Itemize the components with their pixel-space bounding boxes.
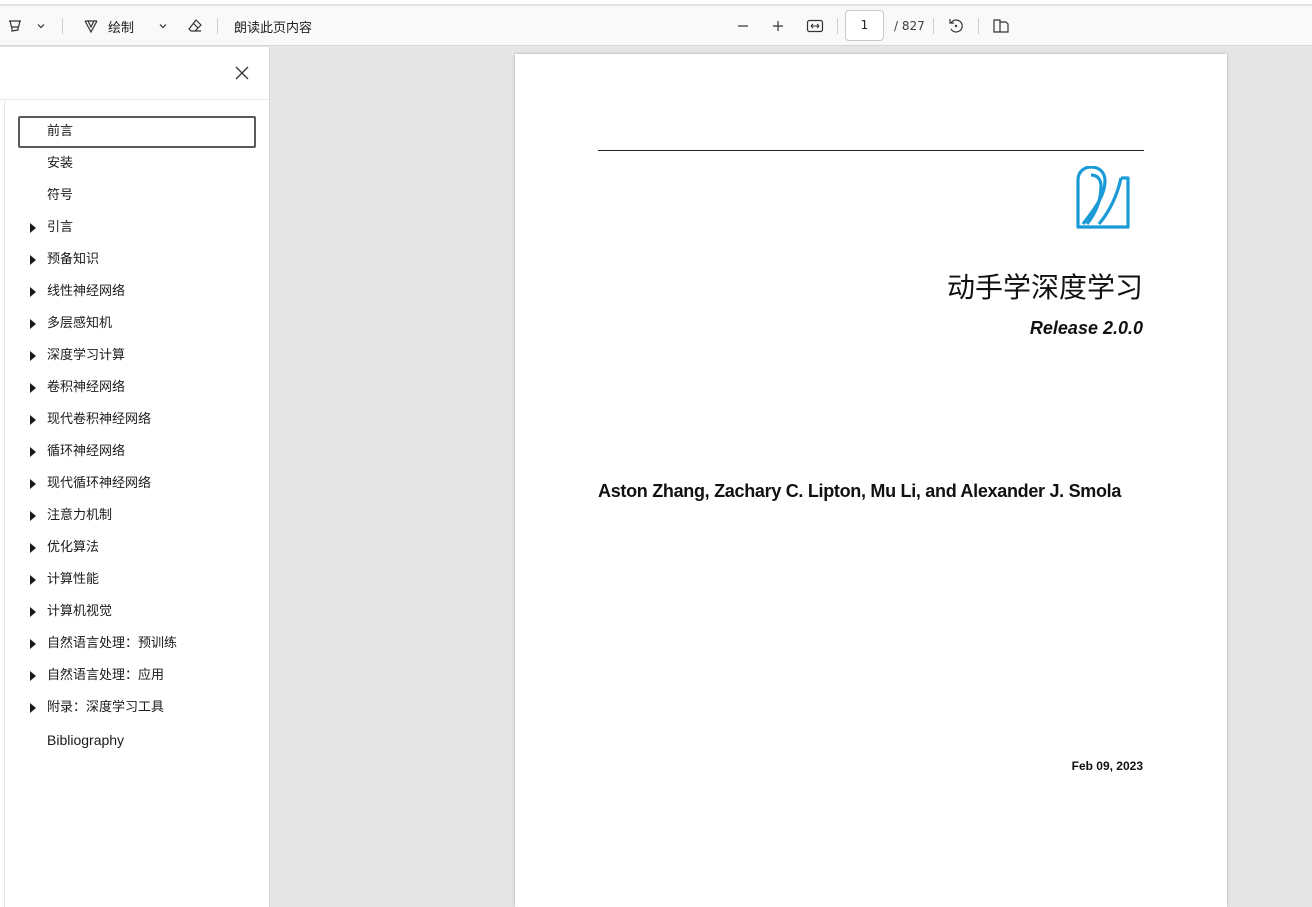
expand-arrow-icon[interactable] bbox=[30, 319, 36, 329]
sidebar-item[interactable]: 注意力机制 bbox=[18, 500, 256, 532]
expand-arrow-icon[interactable] bbox=[30, 607, 36, 617]
table-of-contents: 前言安装符号引言预备知识线性神经网络 多层感知机深度学习计算 卷积神经网络现代卷积神… bbox=[18, 116, 256, 756]
expand-arrow-icon[interactable] bbox=[30, 511, 36, 521]
sidebar-item-label: 自然语言处理：预训练 bbox=[47, 636, 178, 651]
sidebar-item-label: 深度学习计算 bbox=[47, 348, 126, 363]
sidebar-item-label: 符号 bbox=[47, 188, 74, 203]
draw-label: 绘制 bbox=[108, 20, 135, 36]
sidebar-item-label: 现代循环神经网络 bbox=[47, 476, 152, 491]
sidebar-item-label: 现代卷积神经网络 bbox=[47, 412, 152, 427]
sidebar-item-label: Bibliography bbox=[47, 732, 125, 748]
sidebar-item-label: 安装 bbox=[47, 156, 74, 171]
page-view-icon[interactable] bbox=[990, 12, 1012, 40]
expand-arrow-icon[interactable] bbox=[30, 543, 36, 553]
expand-arrow-icon[interactable] bbox=[30, 383, 36, 393]
eraser-icon[interactable] bbox=[184, 12, 206, 40]
zoom-in-icon[interactable] bbox=[768, 12, 788, 40]
sidebar-left-edge bbox=[4, 101, 5, 907]
sidebar-item-label: 前言 bbox=[47, 124, 74, 139]
sidebar-item[interactable]: 安装 bbox=[18, 148, 256, 180]
highlight-icon[interactable] bbox=[4, 12, 26, 40]
sidebar-item-label: 循环神经网络 bbox=[47, 444, 126, 459]
page-number-input[interactable]: 1 bbox=[845, 10, 884, 41]
expand-arrow-icon[interactable] bbox=[30, 703, 36, 713]
sidebar-item[interactable]: 深度学习计算 bbox=[18, 340, 256, 372]
toolbar-divider bbox=[978, 18, 979, 34]
draw-button[interactable]: 绘制 bbox=[108, 12, 142, 40]
sidebar-item[interactable]: 前言 bbox=[18, 116, 256, 148]
sidebar-item[interactable]: 预备知识 bbox=[18, 244, 256, 276]
expand-arrow-icon[interactable] bbox=[30, 255, 36, 265]
expand-arrow-icon[interactable] bbox=[30, 479, 36, 489]
expand-arrow-icon[interactable] bbox=[30, 671, 36, 681]
draw-dropdown-chevron-icon[interactable] bbox=[154, 12, 172, 40]
expand-arrow-icon[interactable] bbox=[30, 447, 36, 457]
toolbar-divider bbox=[837, 18, 838, 34]
sidebar-header bbox=[0, 47, 269, 100]
sidebar-item-label: 注意力机制 bbox=[47, 508, 113, 523]
pdf-toolbar: 绘制 朗读此页内容 1 / 827 bbox=[0, 6, 1312, 46]
sidebar-item[interactable]: 自然语言处理：预训练 bbox=[18, 628, 256, 660]
expand-arrow-icon[interactable] bbox=[30, 287, 36, 297]
sidebar-item-label: 预备知识 bbox=[47, 252, 100, 267]
fit-width-icon[interactable] bbox=[804, 12, 826, 40]
expand-arrow-icon[interactable] bbox=[30, 223, 36, 233]
sidebar-item[interactable]: 自然语言处理：应用 bbox=[18, 660, 256, 692]
sidebar-item-label: 计算性能 bbox=[47, 572, 100, 587]
sidebar-item[interactable]: 现代卷积神经网络 bbox=[18, 404, 256, 436]
sidebar-item-label: 自然语言处理：应用 bbox=[47, 668, 165, 683]
sidebar-item[interactable]: 附录：深度学习工具 bbox=[18, 692, 256, 724]
title-rule bbox=[598, 150, 1144, 151]
toolbar-divider bbox=[62, 18, 63, 34]
book-title: 动手学深度学习 bbox=[946, 271, 1143, 304]
sidebar-item-label: 引言 bbox=[47, 220, 74, 235]
close-icon[interactable] bbox=[230, 61, 254, 85]
sidebar-item[interactable]: 多层感知机 bbox=[18, 308, 256, 340]
sidebar-item[interactable]: 计算性能 bbox=[18, 564, 256, 596]
expand-arrow-icon[interactable] bbox=[30, 351, 36, 361]
sidebar-item[interactable]: 符号 bbox=[18, 180, 256, 212]
contents-sidebar: 前言安装符号引言预备知识线性神经网络 多层感知机深度学习计算 卷积神经网络现代卷积神… bbox=[0, 47, 270, 907]
pdf-page: 动手学深度学习 Release 2.0.0 Aston Zhang, Zacha… bbox=[515, 54, 1227, 907]
toolbar-divider bbox=[217, 18, 218, 34]
sidebar-item[interactable]: 线性神经网络 bbox=[18, 276, 256, 308]
highlight-dropdown-chevron-icon[interactable] bbox=[32, 12, 50, 40]
sidebar-item[interactable]: Bibliography bbox=[18, 724, 256, 756]
sidebar-item-label: 附录：深度学习工具 bbox=[47, 700, 165, 715]
read-aloud-button[interactable]: 朗读此页内容 bbox=[234, 12, 324, 40]
sidebar-item-label: 多层感知机 bbox=[47, 316, 113, 331]
draw-icon[interactable] bbox=[80, 12, 102, 40]
expand-arrow-icon[interactable] bbox=[30, 415, 36, 425]
release-version: Release 2.0.0 bbox=[1029, 318, 1143, 338]
authors: Aston Zhang, Zachary C. Lipton, Mu Li, a… bbox=[598, 481, 1122, 501]
page-total: / 827 bbox=[894, 19, 925, 33]
sidebar-item[interactable]: 卷积神经网络 bbox=[18, 372, 256, 404]
toolbar-divider bbox=[933, 18, 934, 34]
rotate-icon[interactable] bbox=[945, 12, 967, 40]
sidebar-item[interactable]: 现代循环神经网络 bbox=[18, 468, 256, 500]
publication-date: Feb 09, 2023 bbox=[1071, 759, 1143, 773]
sidebar-item[interactable]: 计算机视觉 bbox=[18, 596, 256, 628]
expand-arrow-icon[interactable] bbox=[30, 575, 36, 585]
sidebar-item[interactable]: 循环神经网络 bbox=[18, 436, 256, 468]
sidebar-item[interactable]: 优化算法 bbox=[18, 532, 256, 564]
sidebar-item-label: 优化算法 bbox=[47, 540, 100, 555]
sidebar-item-label: 卷积神经网络 bbox=[47, 380, 126, 395]
read-aloud-label: 朗读此页内容 bbox=[234, 20, 313, 36]
sidebar-item-label: 线性神经网络 bbox=[47, 284, 126, 299]
zoom-out-icon[interactable] bbox=[733, 12, 753, 40]
expand-arrow-icon[interactable] bbox=[30, 639, 36, 649]
book-logo-icon bbox=[1076, 166, 1130, 229]
sidebar-item-label: 计算机视觉 bbox=[47, 604, 113, 619]
window-top-strip bbox=[0, 0, 1312, 5]
sidebar-item[interactable]: 引言 bbox=[18, 212, 256, 244]
